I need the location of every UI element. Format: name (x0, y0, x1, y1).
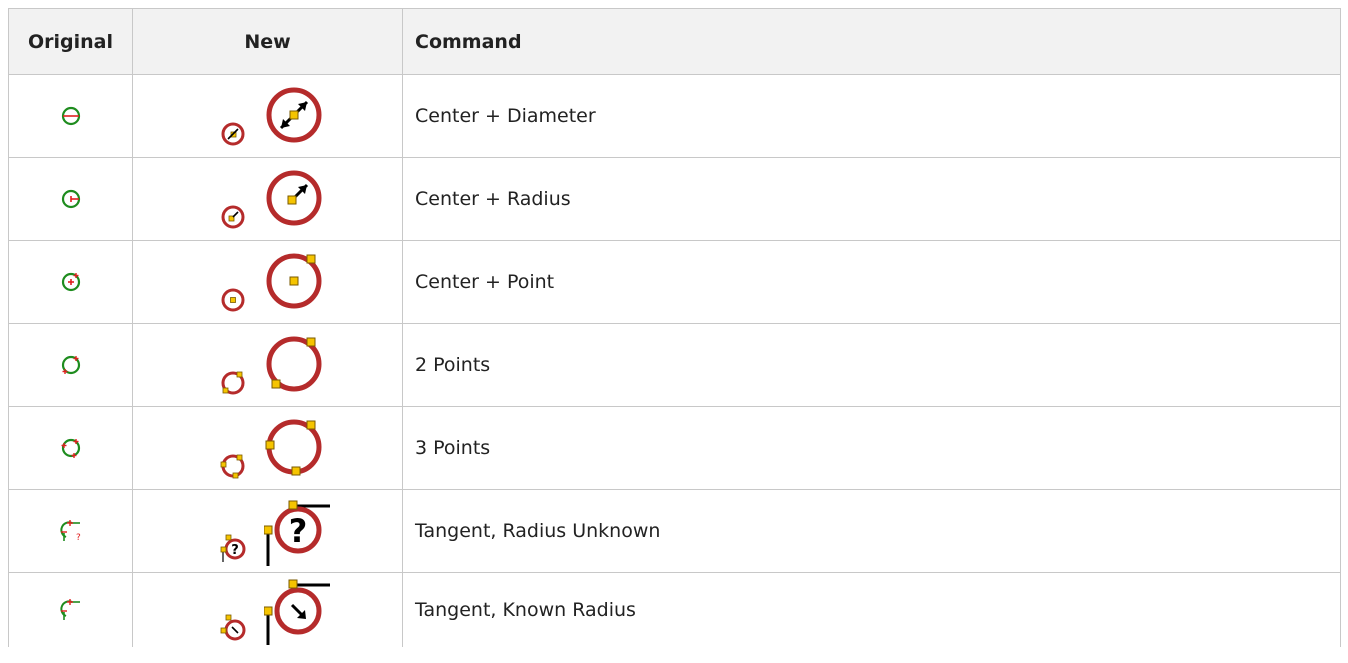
command-cell: Center + Radius (402, 157, 1341, 241)
table-row: Center + Point (8, 240, 1341, 324)
circle-commands-table: Original New Command Center + Diameter C… (8, 8, 1341, 647)
command-cell: Center + Point (402, 240, 1341, 324)
circle-center-point-icon (61, 272, 80, 292)
original-icon-cell (8, 406, 133, 490)
command-cell: Center + Diameter (402, 74, 1341, 158)
circle-tangent-radius-unknown-icon: ? (59, 520, 81, 543)
svg-text:?: ? (231, 543, 239, 558)
circle-center-radius-small-icon (221, 205, 244, 229)
circle-center-point-large-icon (266, 253, 321, 309)
table-header-row: Original New Command (8, 8, 1341, 75)
circle-center-diameter-large-icon (266, 87, 321, 143)
circle-center-diameter-small-icon (221, 122, 244, 146)
original-icon-cell (8, 74, 133, 158)
circle-center-diameter-icon (61, 106, 80, 126)
circle-tangent-radius-unknown-small-icon: ? (220, 534, 245, 562)
original-icon-cell (8, 240, 133, 324)
original-icon-cell: ? (8, 489, 133, 573)
circle-tangent-known-radius-small-icon (220, 614, 245, 641)
column-header-command: Command (402, 8, 1341, 75)
command-cell: Tangent, Known Radius (402, 572, 1341, 647)
original-icon-cell (8, 323, 133, 407)
circle-3-points-icon (61, 438, 80, 458)
circle-tangent-radius-unknown-large-icon: ? (263, 500, 330, 566)
table-row: 3 Points (8, 406, 1341, 490)
new-icon-cell (132, 406, 403, 490)
original-icon-cell (8, 572, 133, 647)
command-cell: 3 Points (402, 406, 1341, 490)
circle-center-radius-large-icon (266, 170, 321, 226)
column-header-original: Original (8, 8, 133, 75)
circle-2-points-icon (61, 355, 80, 375)
new-icon-cell (132, 74, 403, 158)
table-row: Center + Radius (8, 157, 1341, 241)
table-row: Tangent, Known Radius (8, 572, 1341, 647)
table-row: Center + Diameter (8, 74, 1341, 158)
circle-3-points-large-icon (265, 419, 321, 476)
command-cell: 2 Points (402, 323, 1341, 407)
table-row: 2 Points (8, 323, 1341, 407)
circle-tangent-known-radius-large-icon (263, 579, 330, 645)
circle-2-points-small-icon (221, 371, 244, 395)
original-icon-cell (8, 157, 133, 241)
command-cell: Tangent, Radius Unknown (402, 489, 1341, 573)
circle-tangent-known-radius-icon (59, 599, 80, 620)
new-icon-cell: ? ? (132, 489, 403, 573)
new-icon-cell (132, 240, 403, 324)
new-icon-cell (132, 572, 403, 647)
new-icon-cell (132, 157, 403, 241)
circle-3-points-small-icon (220, 454, 244, 479)
circle-2-points-large-icon (266, 336, 321, 392)
circle-center-radius-icon (61, 189, 80, 209)
svg-text:?: ? (288, 512, 307, 550)
table-row: ? ? ? Tangent, Radius Unknown (8, 489, 1341, 573)
column-header-new: New (132, 8, 403, 75)
circle-center-point-small-icon (221, 288, 244, 312)
new-icon-cell (132, 323, 403, 407)
svg-text:?: ? (76, 533, 81, 543)
